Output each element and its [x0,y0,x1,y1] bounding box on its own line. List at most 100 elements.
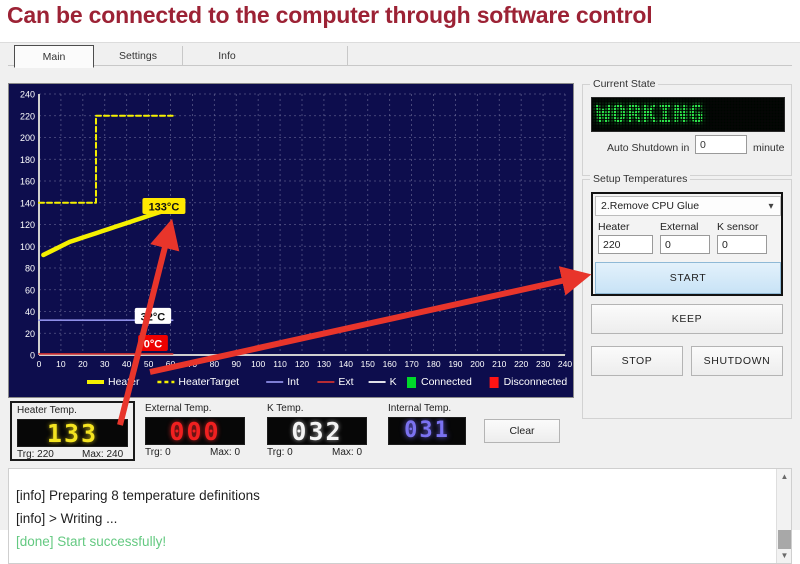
banner-text: Can be connected to the computer through… [7,2,653,28]
svg-text:0°C: 0°C [144,339,163,351]
readout-heater-max: Max: 240 [82,449,124,460]
external-field[interactable] [660,235,710,254]
svg-text:190: 190 [448,359,462,369]
svg-text:20: 20 [25,329,35,339]
profile-select-value: 2.Remove CPU Glue [601,200,700,212]
chevron-down-icon: ▾ [768,200,774,212]
svg-text:K: K [390,376,397,388]
temperature-chart: 0 20 40 60 80 100 120 140 160 180 200 220 240 0 10 20 30… [8,83,574,398]
svg-text:230: 230 [536,359,550,369]
readout-internal: Internal Temp. 031 [383,401,475,461]
svg-text:220: 220 [514,359,528,369]
shutdown-button[interactable]: SHUTDOWN [691,346,783,376]
log-line: [info] > Writing ... [16,511,118,526]
svg-text:200: 200 [20,133,35,143]
svg-text:Disconnected: Disconnected [504,376,568,388]
svg-text:140: 140 [339,359,353,369]
current-state-title: Current State [590,78,659,90]
current-state-group: Current State WORKING Auto Shutdown in m… [582,78,792,176]
log-scrollbar[interactable]: ▲ ▼ [776,469,791,563]
svg-text:110: 110 [273,359,287,369]
profile-select[interactable]: 2.Remove CPU Glue ▾ [595,196,781,216]
svg-text:20: 20 [78,359,88,369]
svg-text:220: 220 [20,111,35,121]
svg-text:160: 160 [383,359,397,369]
readout-k-max: Max: 0 [332,447,363,458]
svg-text:0: 0 [37,359,42,369]
tab-settings[interactable]: Settings [93,46,183,65]
svg-text:70: 70 [188,359,198,369]
keep-button[interactable]: KEEP [591,304,783,334]
main-window: Main Settings Info 0 20 40 60 80 100 120 140 160… [0,42,800,564]
svg-text:HeaterTarget: HeaterTarget [178,376,239,388]
readout-internal-caption: Internal Temp. [388,403,452,414]
k-sensor-field-label: K sensor [717,221,759,233]
tab-empty[interactable] [271,46,348,65]
readout-k-value: 032 [291,417,343,445]
banner: Can be connected to the computer through… [0,0,800,42]
readout-k-display: 032 [267,417,367,445]
svg-text:Connected: Connected [421,376,472,388]
log-line: [done] Start successfully! [16,534,167,549]
svg-text:40: 40 [122,359,132,369]
application-window: Can be connected to the computer through… [0,0,800,564]
scrollbar-thumb[interactable] [778,530,791,549]
scroll-up-icon[interactable]: ▲ [777,469,791,484]
svg-text:240: 240 [20,90,35,100]
readout-external-caption: External Temp. [145,403,212,414]
readout-internal-display: 031 [388,417,466,445]
svg-text:170: 170 [404,359,418,369]
status-led-panel: WORKING [591,97,785,132]
auto-shutdown-input[interactable] [695,135,747,154]
svg-text:30: 30 [100,359,110,369]
svg-text:90: 90 [232,359,242,369]
svg-text:80: 80 [210,359,220,369]
svg-text:120: 120 [20,220,35,230]
readout-heater-caption: Heater Temp. [17,405,77,416]
svg-text:133°C: 133°C [149,202,180,214]
scroll-down-icon[interactable]: ▼ [777,548,791,563]
external-field-label: External [660,221,699,233]
heater-field[interactable] [598,235,653,254]
svg-text:120: 120 [295,359,309,369]
svg-text:60: 60 [166,359,176,369]
log-panel: [info] Preparing 8 temperature definitio… [8,468,792,564]
svg-text:180: 180 [426,359,440,369]
status-text: WORKING [596,100,705,128]
svg-text:180: 180 [20,155,35,165]
tab-baseline [8,65,792,66]
tab-main[interactable]: Main [14,45,94,68]
start-button[interactable]: START [595,262,781,294]
setup-temperatures-title: Setup Temperatures [590,173,691,185]
readout-internal-value: 031 [404,418,450,443]
svg-text:150: 150 [361,359,375,369]
readout-external-display: 000 [145,417,245,445]
svg-text:210: 210 [492,359,506,369]
stop-button[interactable]: STOP [591,346,683,376]
readout-k-target: Trg: 0 [267,447,293,458]
readout-external-max: Max: 0 [210,447,241,458]
svg-text:50: 50 [144,359,154,369]
svg-text:60: 60 [25,285,35,295]
tab-strip: Main Settings Info [0,43,800,68]
svg-text:200: 200 [470,359,484,369]
svg-text:100: 100 [20,242,35,252]
chart-canvas: 0 20 40 60 80 100 120 140 160 180 200 220 240 0 10 20 30… [9,84,573,397]
svg-text:160: 160 [20,177,35,187]
setup-temperatures-group: Setup Temperatures 2.Remove CPU Glue ▾ H… [582,173,792,419]
svg-text:10: 10 [56,359,66,369]
svg-text:Int: Int [287,376,299,388]
readout-k: K Temp. 032 Trg: 0 Max: 0 [262,401,377,461]
svg-text:80: 80 [25,264,35,274]
readout-external-value: 000 [169,417,221,445]
readout-heater-value: 133 [46,419,99,447]
svg-text:Ext: Ext [338,376,353,388]
readout-heater-display: 133 [17,419,128,447]
k-sensor-field[interactable] [717,235,767,254]
svg-text:240: 240 [558,359,572,369]
setup-panel: 2.Remove CPU Glue ▾ Heater External K se… [591,192,783,296]
svg-text:100: 100 [251,359,265,369]
clear-button[interactable]: Clear [484,419,560,443]
tab-info[interactable]: Info [182,46,272,65]
svg-text:40: 40 [25,307,35,317]
